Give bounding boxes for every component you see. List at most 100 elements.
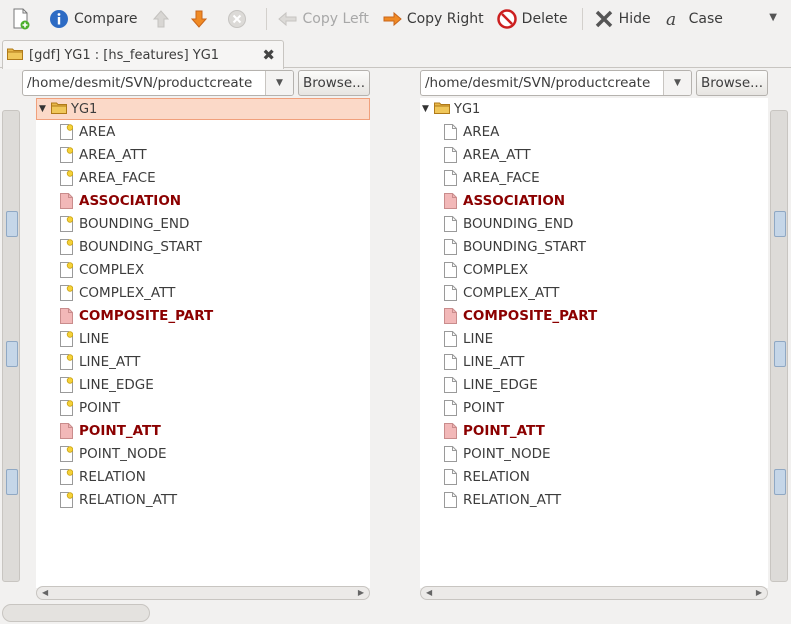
tree-item[interactable]: RELATION_ATT (60, 488, 177, 511)
tree-item[interactable]: AREA_FACE (444, 166, 540, 189)
right-browse-button[interactable]: Browse... (696, 70, 768, 96)
tree-item[interactable]: BOUNDING_START (444, 235, 586, 258)
tree-item[interactable]: LINE_EDGE (444, 373, 538, 396)
tree-item-label: RELATION_ATT (463, 491, 562, 508)
tree-item-label: POINT_NODE (79, 445, 167, 462)
tree-item[interactable]: AREA_ATT (444, 143, 531, 166)
diff-marker[interactable] (6, 211, 18, 237)
diff-marker[interactable] (6, 341, 18, 367)
tree-item[interactable]: LINE_ATT (60, 350, 140, 373)
left-path-combo[interactable]: /home/desmit/SVN/productcreate ▼ (22, 70, 294, 96)
tree-item[interactable]: LINE (60, 327, 109, 350)
compare-button[interactable]: Compare (44, 5, 142, 33)
svg-text:a: a (666, 10, 676, 29)
tree-item[interactable]: AREA_FACE (60, 166, 156, 189)
scroll-left-icon[interactable]: ◀ (426, 588, 432, 597)
diff-marker[interactable] (774, 341, 786, 367)
chevron-down-icon[interactable]: ▼ (663, 71, 691, 95)
tree-item-label: BOUNDING_START (463, 238, 586, 255)
arrow-up-icon (150, 8, 172, 30)
tree-item[interactable]: RELATION (444, 465, 530, 488)
tree-item[interactable]: LINE_EDGE (60, 373, 154, 396)
case-icon: a (663, 8, 685, 30)
tree-item[interactable]: COMPLEX_ATT (444, 281, 559, 304)
toolbar-separator (581, 8, 583, 30)
tree-item[interactable]: COMPOSITE_PART (60, 304, 213, 327)
scroll-right-icon[interactable]: ▶ (756, 588, 762, 597)
tree-item-label: AREA_FACE (463, 169, 540, 186)
expander-icon[interactable]: ▼ (422, 104, 434, 114)
left-tree[interactable]: ▼ YG1 AREA AREA_ATT AREA_FACE ASSOCIATION BO… (36, 98, 370, 588)
tree-item[interactable]: COMPLEX (444, 258, 528, 281)
tree-item[interactable]: RELATION_ATT (444, 488, 561, 511)
tree-item-label: LINE_EDGE (463, 376, 538, 393)
left-diff-gutter[interactable] (2, 110, 20, 582)
diff-marker[interactable] (774, 211, 786, 237)
tree-item-label: POINT (79, 399, 121, 416)
diff-marker[interactable] (774, 469, 786, 495)
right-path-combo[interactable]: /home/desmit/SVN/productcreate ▼ (420, 70, 692, 96)
tree-item[interactable]: LINE (444, 327, 493, 350)
tree-item-label: LINE_EDGE (79, 376, 154, 393)
tree-item[interactable]: BOUNDING_START (60, 235, 202, 258)
scroll-left-icon[interactable]: ◀ (42, 588, 48, 597)
tree-item[interactable]: POINT (444, 396, 504, 419)
tree-item[interactable]: POINT_ATT (444, 419, 545, 442)
tree-item[interactable]: ASSOCIATION (444, 189, 565, 212)
left-tree-root[interactable]: ▼ YG1 (36, 98, 370, 120)
tree-item[interactable]: AREA_ATT (60, 143, 147, 166)
copy-right-button[interactable]: Copy Right (377, 5, 488, 33)
tree-item[interactable]: COMPLEX_ATT (60, 281, 175, 304)
chevron-down-icon[interactable]: ▼ (769, 12, 777, 23)
tree-item[interactable]: POINT_ATT (60, 419, 161, 442)
delete-button[interactable]: Delete (492, 5, 572, 33)
stop-button[interactable] (222, 5, 256, 33)
tree-item[interactable]: AREA (60, 120, 115, 143)
tree-item[interactable]: AREA (444, 120, 499, 143)
file-icon (60, 146, 74, 163)
tree-item-label: AREA (79, 123, 116, 140)
right-horizontal-scrollbar[interactable]: ◀ ▶ (420, 586, 768, 600)
scroll-right-icon[interactable]: ▶ (358, 588, 364, 597)
left-horizontal-scrollbar[interactable]: ◀ ▶ (36, 586, 370, 600)
window-horizontal-scrollbar[interactable] (2, 604, 150, 622)
tree-item[interactable]: COMPLEX (60, 258, 144, 281)
move-up-button[interactable] (146, 5, 180, 33)
tree-item[interactable]: BOUNDING_END (444, 212, 573, 235)
chevron-down-icon[interactable]: ▼ (265, 71, 293, 95)
tree-item[interactable]: RELATION (60, 465, 146, 488)
file-icon (444, 330, 457, 347)
hide-button[interactable]: Hide (589, 5, 655, 33)
left-path-text[interactable]: /home/desmit/SVN/productcreate (23, 75, 265, 91)
tree-item[interactable]: LINE_ATT (444, 350, 524, 373)
file-icon (60, 353, 74, 370)
tree-item[interactable]: BOUNDING_END (60, 212, 189, 235)
tree-item[interactable]: POINT (60, 396, 120, 419)
right-path-text[interactable]: /home/desmit/SVN/productcreate (421, 75, 663, 91)
right-diff-gutter[interactable] (770, 110, 788, 582)
file-icon (444, 353, 457, 370)
tree-item[interactable]: ASSOCIATION (60, 189, 181, 212)
new-comparison-button[interactable] (6, 5, 40, 33)
diff-marker[interactable] (6, 469, 18, 495)
file-icon (444, 215, 457, 232)
tree-item-label: COMPOSITE_PART (463, 307, 598, 324)
right-tree-root[interactable]: ▼ YG1 (420, 98, 768, 120)
copy-left-button[interactable]: Copy Left (273, 5, 373, 33)
tree-item-label: BOUNDING_END (79, 215, 190, 232)
move-down-button[interactable] (184, 5, 218, 33)
tree-item[interactable]: POINT_NODE (60, 442, 167, 465)
file-icon (444, 123, 457, 140)
close-icon[interactable]: ✖ (262, 46, 275, 64)
case-button[interactable]: a Case (659, 5, 727, 33)
tab-comparison[interactable]: [gdf] YG1 : [hs_features] YG1 ✖ (2, 40, 284, 69)
file-icon (60, 399, 74, 416)
tree-item[interactable]: COMPOSITE_PART (444, 304, 597, 327)
right-tree[interactable]: ▼ YG1 AREA AREA_ATT AREA_FACE ASSOCIATION BO… (420, 98, 768, 588)
tree-item-label: COMPLEX (463, 261, 529, 278)
left-browse-button[interactable]: Browse... (298, 70, 370, 96)
tree-item[interactable]: POINT_NODE (444, 442, 551, 465)
file-diff-icon (444, 192, 457, 209)
file-diff-icon (60, 307, 73, 324)
expander-icon[interactable]: ▼ (39, 104, 51, 114)
